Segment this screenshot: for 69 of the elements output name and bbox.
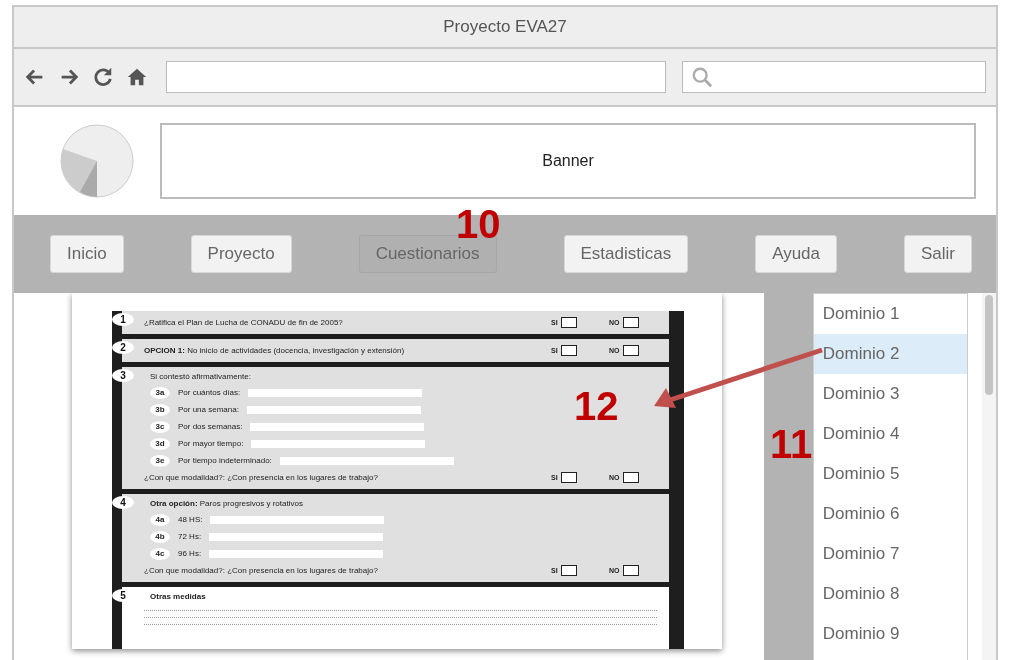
annotation-number: 12 xyxy=(574,386,619,426)
reload-icon[interactable] xyxy=(92,66,114,88)
checkbox[interactable] xyxy=(560,317,577,328)
nav-button[interactable]: Salir xyxy=(903,235,972,273)
field-label: Por dos semanas: xyxy=(178,422,243,431)
field-label: Por tiempo indeterminado: xyxy=(178,456,272,465)
input-field[interactable] xyxy=(246,405,421,414)
window-title: Proyecto EVA27 xyxy=(14,7,996,49)
item-code: 4a xyxy=(150,513,170,526)
field-label: 48 HS: xyxy=(178,515,203,524)
search-icon xyxy=(691,66,713,88)
checkbox[interactable] xyxy=(622,565,639,576)
section-number: 1 xyxy=(112,313,134,326)
address-field[interactable] xyxy=(166,61,666,93)
search-field[interactable] xyxy=(682,61,986,93)
input-field[interactable] xyxy=(209,549,384,558)
list-item[interactable]: Dominio 2 xyxy=(813,334,968,374)
logo-icon xyxy=(60,124,134,198)
field-label: 96 Hs: xyxy=(178,549,202,558)
input-field[interactable] xyxy=(209,532,384,541)
checkbox[interactable] xyxy=(560,565,577,576)
list-item[interactable]: Dominio 4 xyxy=(813,414,968,454)
input-field[interactable] xyxy=(251,439,426,448)
list-item[interactable]: Dominio 7 xyxy=(813,534,968,574)
list-item[interactable]: Dominio 5 xyxy=(813,454,968,494)
input-field[interactable] xyxy=(279,456,454,465)
nav-button[interactable]: Proyecto xyxy=(190,235,292,273)
checkbox[interactable] xyxy=(622,472,639,483)
item-code: 3b xyxy=(150,403,170,416)
section-number: 4 xyxy=(112,496,134,509)
item-code: 4c xyxy=(150,547,170,560)
home-icon[interactable] xyxy=(126,66,148,88)
item-code: 3d xyxy=(150,437,170,450)
section-heading: Si contestó afirmativamente: xyxy=(149,371,252,383)
field-label: Por mayor tiempo: xyxy=(178,439,244,448)
section-number: 3 xyxy=(112,369,134,382)
field-label: Por cuántos días: xyxy=(178,388,241,397)
question-text: ¿Con que modalidad?: ¿Con presencia en los lugares de trabajo? xyxy=(144,566,379,575)
checkbox[interactable] xyxy=(622,345,639,356)
scrollbar[interactable] xyxy=(982,293,996,660)
scrollbar-thumb[interactable] xyxy=(985,295,994,395)
checkbox[interactable] xyxy=(560,345,577,356)
annotation-number: 11 xyxy=(770,424,813,464)
field-label: Por una semana: xyxy=(178,405,239,414)
list-item[interactable]: Dominio 8 xyxy=(813,574,968,614)
field-label: 72 Hs: xyxy=(178,532,202,541)
nav-button[interactable]: Inicio xyxy=(50,235,124,273)
input-field[interactable] xyxy=(248,388,423,397)
checkbox[interactable] xyxy=(622,317,639,328)
question-text: ¿Ratifica el Plan de Lucha de CONADU de fin de 2005? xyxy=(144,318,344,327)
section-heading: Otra opción: Paros progresivos y rotativos xyxy=(149,498,304,510)
nav-button[interactable]: Ayuda xyxy=(755,235,838,273)
list-item[interactable]: Dominio 1 xyxy=(813,294,968,334)
list-item[interactable]: Dominio 3 xyxy=(813,374,968,414)
nav-button[interactable]: Estadisticas xyxy=(563,235,689,273)
item-code: 3e xyxy=(150,454,170,467)
item-code: 3c xyxy=(150,420,170,433)
list-item[interactable]: Dominio 6 xyxy=(813,494,968,534)
item-code: 4b xyxy=(150,530,170,543)
question-text: OPCION 1: No inicio de actividades (docencia, investigación y extensión) xyxy=(144,346,406,355)
banner: Banner xyxy=(160,123,976,199)
list-item[interactable]: Dominio 9 xyxy=(813,614,968,654)
item-code: 3a xyxy=(150,386,170,399)
input-field[interactable] xyxy=(210,515,385,524)
section-number: 2 xyxy=(112,341,134,354)
checkbox[interactable] xyxy=(560,472,577,483)
input-field[interactable] xyxy=(250,422,425,431)
question-text: ¿Con que modalidad?: ¿Con presencia en los lugares de trabajo? xyxy=(144,473,379,482)
section-heading: Otras medidas xyxy=(149,591,207,603)
